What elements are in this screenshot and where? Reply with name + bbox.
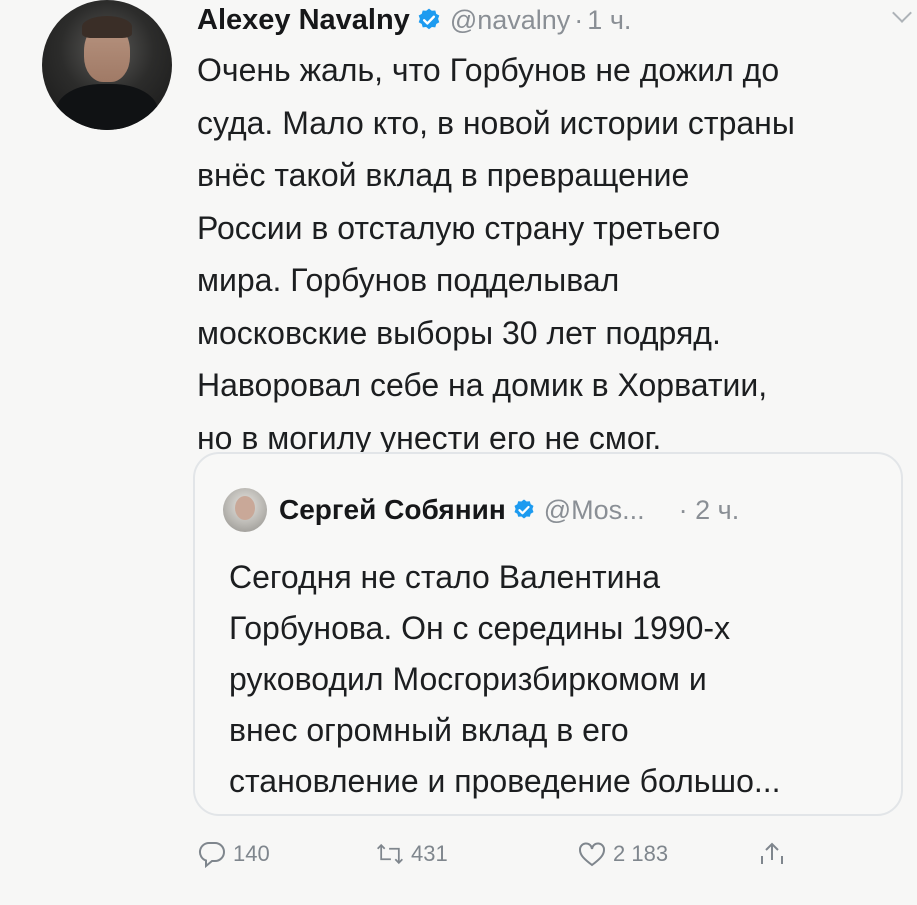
author-avatar[interactable] (42, 0, 172, 130)
author-name[interactable]: Alexey Navalny (197, 4, 410, 37)
tweet-text-line: внёс такой вклад в превращение (197, 157, 690, 193)
chevron-down-icon[interactable] (892, 3, 912, 23)
verified-badge-icon (418, 8, 440, 30)
retweet-count: 431 (411, 841, 448, 866)
like-button[interactable]: 2 183 (577, 840, 668, 868)
quoted-author-avatar (223, 488, 267, 532)
tweet-actions-bar: 140 431 2 183 (197, 840, 887, 880)
quoted-text-line: руководил Мосгоризбиркомом и (229, 661, 707, 697)
author-handle[interactable]: @navalny (450, 5, 570, 36)
quoted-tweet-body: Сегодня не стало Валентина Горбунова. Он… (229, 552, 899, 807)
quoted-author-name: Сергей Собянин (279, 494, 506, 525)
reply-count: 140 (233, 841, 270, 866)
tweet-screen: Alexey Navalny @navalny · 1 ч. Очень жал… (0, 0, 917, 905)
share-icon (761, 842, 783, 864)
tweet-text-line: суда. Мало кто, в новой истории страны (197, 104, 795, 141)
tweet-text-line: московские выборы 30 лет подряд. (197, 314, 721, 351)
quoted-tweet-card[interactable]: Сергей Собянин @Mos... · 2 ч. Сегодня не… (193, 452, 903, 816)
quoted-tweet-header: Сергей Собянин @Mos... · 2 ч. (223, 488, 739, 532)
quoted-tweet-timestamp: · 2 ч. (678, 494, 740, 525)
quoted-text-line: Сегодня не стало Валентина (229, 559, 660, 595)
tweet-timestamp[interactable]: 1 ч. (587, 5, 631, 36)
quoted-text-line: внес огромный вклад в его (229, 712, 629, 748)
retweet-button[interactable]: 431 (375, 840, 448, 868)
tweet-body: Очень жаль, что Горбунов не дожил до суд… (197, 44, 917, 464)
reply-button[interactable]: 140 (197, 840, 270, 868)
reply-icon (198, 841, 225, 868)
tweet-text-line: Наворовал себе на домик в Хорватии, (197, 367, 768, 403)
share-button[interactable] (757, 840, 793, 868)
retweet-icon (377, 843, 403, 865)
tweet-text-line: Очень жаль, что Горбунов не дожил до (197, 52, 780, 88)
like-count: 2 183 (613, 841, 669, 866)
meta-separator: · (574, 4, 584, 35)
tweet-header: Alexey Navalny @navalny · 1 ч. (197, 0, 631, 40)
tweet-text-line: России в отсталую страну третьего (197, 209, 721, 246)
quoted-author-handle: @Mos... (543, 494, 645, 525)
quoted-text-line: становление и проведение большо... (229, 763, 781, 799)
tweet-text-line: мира. Горбунов подделывал (197, 262, 620, 298)
quoted-text-line: Горбунова. Он с середины 1990-х (229, 610, 731, 646)
heart-icon (579, 842, 605, 867)
verified-badge-icon (514, 499, 534, 519)
